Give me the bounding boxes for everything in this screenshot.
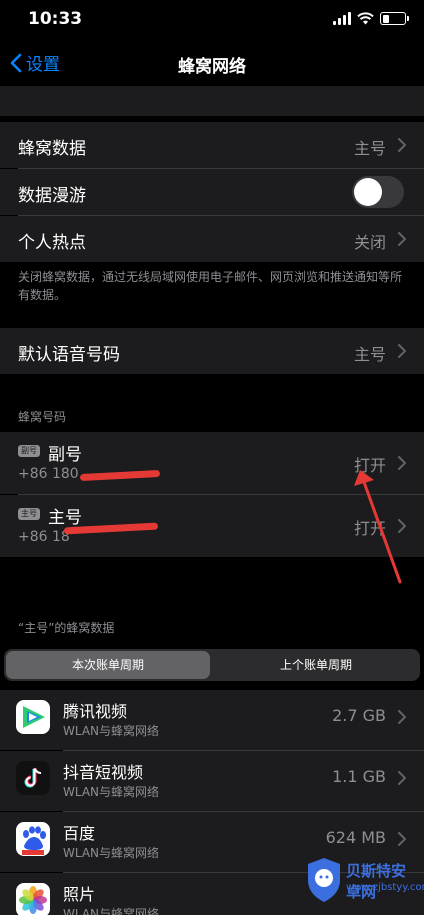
default-voice-row[interactable]: 默认语音号码 主号 [0,328,424,374]
default-voice-value: 主号 [353,345,386,364]
sim-number: +86 18 [18,529,70,545]
watermark-title: 贝斯特安卓网 [346,862,407,901]
app-network: WLAN与蜂窝网络 [63,785,160,799]
top-spacer [0,86,424,116]
redaction-mark [79,469,161,482]
segment-last-period[interactable]: 上个账单周期 [214,651,418,679]
chevron-right-icon [398,232,406,246]
app-name: 腾讯视频 [63,702,128,721]
app-network: WLAN与蜂窝网络 [63,907,160,915]
douyin-icon [16,761,50,795]
app-name: 抖音短视频 [63,763,144,782]
sim-badge: 副号 [18,445,40,457]
cellular-footnote: 关闭蜂窝数据，通过无线局域网使用电子邮件、网页浏览和推送通知等所有数据。 [18,270,403,302]
page-title: 蜂窝网络 [178,57,246,77]
tencent-video-icon [16,700,50,734]
wifi-icon [357,12,374,25]
chevron-right-icon [398,771,406,785]
sim-name: 副号 [48,445,82,465]
personal-hotspot-row[interactable]: 个人热点 关闭 [0,216,424,262]
app-row[interactable]: 抖音短视频 WLAN与蜂窝网络 1.1 GB [0,751,424,811]
site-watermark: 贝斯特安卓网 www.zjbstyy.com [302,852,424,908]
cellular-settings-screen: 10:33 设置 蜂窝网络 蜂窝数据 主号 数据漫游 个人热点 关闭 关闭蜂窝数… [0,0,424,915]
app-row[interactable]: 腾讯视频 WLAN与蜂窝网络 2.7 GB [0,690,424,750]
app-usage: 2.7 GB [332,706,386,725]
status-time: 10:33 [28,9,83,29]
hotspot-value: 关闭 [353,233,386,252]
app-name: 百度 [63,824,96,843]
watermark-url: www.zjbstyy.com [346,882,424,893]
segment-current-period[interactable]: 本次账单周期 [6,651,210,679]
chevron-right-icon [398,710,406,724]
app-name: 照片 [63,885,96,904]
hotspot-label: 个人热点 [18,233,86,253]
data-roaming-label: 数据漫游 [18,186,86,206]
status-bar: 10:33 [0,0,424,42]
sim-badge: 主号 [18,508,40,520]
app-network: WLAN与蜂窝网络 [63,846,160,860]
baidu-icon [16,822,50,856]
cellular-data-row[interactable]: 蜂窝数据 主号 [0,122,424,168]
chevron-right-icon [398,138,406,152]
annotation-arrow [354,470,402,584]
chevron-right-icon [398,832,406,846]
navigation-bar: 设置 蜂窝网络 [0,42,424,86]
sim-name: 主号 [48,508,82,528]
signal-icon [333,12,351,25]
toggle-knob [354,178,382,206]
cellular-data-value: 主号 [353,139,386,158]
billing-period-segmented-control: 本次账单周期 上个账单周期 [4,649,420,681]
cellular-data-label: 蜂窝数据 [18,139,86,159]
default-voice-label: 默认语音号码 [18,345,120,365]
sim-number: +86 180 [18,466,79,482]
sim-section-header: 蜂窝号码 [18,410,67,424]
data-roaming-toggle[interactable] [352,176,404,208]
battery-icon [380,12,409,25]
app-usage: 1.1 GB [332,767,386,786]
app-network: WLAN与蜂窝网络 [63,724,160,738]
usage-section-header: “主号”的蜂窝数据 [18,621,115,635]
status-icons [333,12,409,25]
data-roaming-row: 数据漫游 [0,169,424,215]
watermark-logo-icon [308,858,340,902]
photos-icon [16,883,50,915]
app-usage: 624 MB [325,828,386,847]
chevron-right-icon [398,344,406,358]
